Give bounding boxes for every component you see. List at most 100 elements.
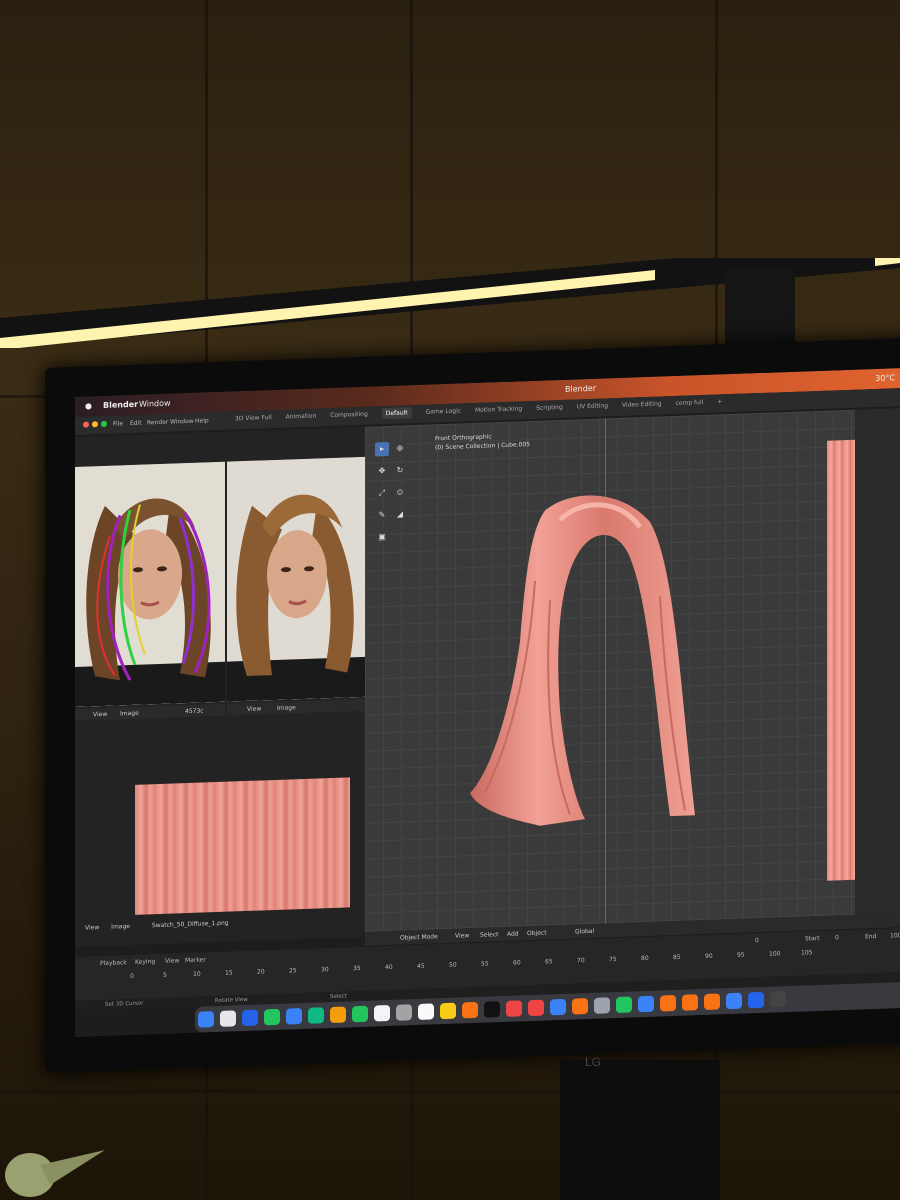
tab-game-logic[interactable]: Game Logic bbox=[426, 407, 461, 415]
frame-tick: 65 bbox=[545, 958, 553, 966]
apple-icon[interactable]: ● bbox=[85, 401, 92, 410]
window-controls[interactable] bbox=[83, 420, 110, 430]
blender-icon[interactable] bbox=[660, 994, 676, 1012]
annotate-tool-icon[interactable]: ✎ bbox=[375, 507, 389, 523]
image-file-name[interactable]: Swatch_50_Diffuse_1.png bbox=[152, 920, 229, 930]
cursor-tool-icon[interactable]: ⊕ bbox=[393, 441, 407, 456]
wall-seam bbox=[0, 1090, 900, 1093]
image-editor-footer: View Image 4573c bbox=[75, 703, 225, 721]
menu-view[interactable]: View bbox=[247, 705, 261, 712]
menu-render[interactable]: Render bbox=[147, 419, 168, 427]
menu-image[interactable]: Image bbox=[277, 704, 296, 712]
tab-default[interactable]: Default bbox=[381, 407, 412, 420]
start-frame[interactable]: 0 bbox=[835, 934, 839, 941]
roblox-icon[interactable] bbox=[748, 991, 764, 1009]
current-frame[interactable]: 0 bbox=[755, 937, 759, 944]
menu-playback[interactable]: Playback bbox=[100, 959, 127, 967]
hair-mesh[interactable] bbox=[460, 484, 720, 838]
menu-image[interactable]: Image bbox=[120, 710, 139, 718]
end-label: End bbox=[865, 932, 877, 941]
calendar-icon[interactable] bbox=[374, 1004, 390, 1022]
transform-orientation[interactable]: Global bbox=[575, 928, 594, 936]
reference-image-annotated[interactable] bbox=[75, 461, 225, 707]
tab-video-editing[interactable]: Video Editing bbox=[622, 400, 662, 408]
menu-edit[interactable]: Edit bbox=[130, 420, 142, 427]
mode-dropdown[interactable]: Object Mode bbox=[400, 933, 438, 941]
reminders-icon[interactable] bbox=[418, 1003, 434, 1020]
tab-scripting[interactable]: Scripting bbox=[536, 404, 563, 412]
outliner-panel[interactable] bbox=[855, 407, 900, 915]
tab-comp-full[interactable]: comp full bbox=[676, 399, 704, 407]
menu-file[interactable]: File bbox=[113, 420, 123, 427]
frame-tick: 90 bbox=[705, 952, 713, 960]
maps-icon[interactable] bbox=[308, 1007, 324, 1024]
select-tool-icon[interactable]: ▸ bbox=[375, 441, 389, 457]
menu-object[interactable]: Object bbox=[527, 929, 547, 937]
menu-view[interactable]: View bbox=[93, 711, 107, 718]
hair-texture-swatch[interactable] bbox=[135, 777, 350, 915]
texture-preview-strip bbox=[827, 439, 855, 881]
menu-add[interactable]: Add bbox=[507, 930, 519, 937]
end-frame[interactable]: 100 bbox=[890, 932, 900, 939]
menu-marker[interactable]: Marker bbox=[185, 956, 206, 964]
tab-3d-view-full[interactable]: 3D View Full bbox=[235, 414, 272, 422]
music-icon[interactable] bbox=[506, 1000, 522, 1017]
frame-tick: 70 bbox=[577, 957, 585, 965]
app-icon[interactable] bbox=[770, 991, 786, 1008]
scale-tool-icon[interactable]: ⤢ bbox=[375, 485, 389, 501]
add-cube-tool-icon[interactable]: ▣ bbox=[375, 529, 389, 545]
menu-view[interactable]: View bbox=[85, 924, 99, 931]
frame-tick: 15 bbox=[225, 969, 233, 977]
pages-icon[interactable] bbox=[572, 998, 588, 1015]
mail-icon[interactable] bbox=[286, 1008, 302, 1025]
freeform-icon[interactable] bbox=[462, 1001, 478, 1019]
weather-temperature[interactable]: 30°C bbox=[875, 373, 895, 383]
tab-compositing[interactable]: Compositing bbox=[330, 411, 368, 419]
menu-window[interactable]: Window bbox=[139, 399, 171, 409]
frame-tick: 55 bbox=[481, 960, 489, 968]
keynote-icon[interactable] bbox=[550, 998, 566, 1016]
image-editor-area: View Image 4573c View Image View Image S… bbox=[75, 426, 365, 947]
tab-animation[interactable]: Animation bbox=[286, 413, 317, 421]
frame-tick: 105 bbox=[801, 949, 813, 957]
numbers-icon[interactable] bbox=[616, 996, 632, 1014]
frame-tick: 95 bbox=[737, 951, 745, 959]
finder-icon[interactable] bbox=[198, 1011, 214, 1028]
image-editor-footer: View Image bbox=[227, 698, 365, 716]
messages-icon[interactable] bbox=[264, 1008, 280, 1026]
menu-view[interactable]: View bbox=[455, 932, 469, 939]
move-tool-icon[interactable]: ✥ bbox=[375, 463, 389, 479]
frame-tick: 60 bbox=[513, 959, 521, 967]
menu-view[interactable]: View bbox=[165, 957, 179, 964]
settings-icon[interactable] bbox=[594, 997, 610, 1014]
facetime-icon[interactable] bbox=[352, 1005, 368, 1023]
tv-icon[interactable] bbox=[484, 1001, 500, 1018]
notes-icon[interactable] bbox=[440, 1002, 456, 1020]
menu-help[interactable]: Help bbox=[195, 417, 209, 424]
app-store-icon[interactable] bbox=[638, 995, 654, 1013]
files-icon[interactable] bbox=[726, 992, 742, 1010]
blender-icon[interactable] bbox=[682, 994, 698, 1011]
status-hint: Set 3D Cursor bbox=[105, 1000, 144, 1008]
menu-image[interactable]: Image bbox=[111, 923, 130, 931]
measure-tool-icon[interactable]: ◢ bbox=[393, 507, 407, 522]
3d-viewport[interactable]: Front Orthographic (0) Scene Collection … bbox=[365, 409, 855, 932]
rotate-tool-icon[interactable]: ↻ bbox=[393, 463, 407, 478]
transform-tool-icon[interactable]: ⊙ bbox=[393, 485, 407, 500]
status-hint: Select bbox=[330, 993, 347, 1001]
reference-image[interactable] bbox=[227, 456, 365, 702]
add-tab-icon[interactable]: + bbox=[717, 398, 722, 405]
status-hint: Rotate View bbox=[215, 996, 248, 1005]
contacts-icon[interactable] bbox=[396, 1004, 412, 1021]
launchpad-icon[interactable] bbox=[220, 1010, 236, 1027]
menu-select[interactable]: Select bbox=[480, 931, 499, 939]
photos-icon[interactable] bbox=[330, 1006, 346, 1024]
blender-icon[interactable] bbox=[704, 993, 720, 1010]
frame-tick: 0 bbox=[130, 972, 134, 981]
app-menu-blender[interactable]: Blender bbox=[103, 400, 138, 410]
safari-icon[interactable] bbox=[242, 1009, 258, 1027]
news-icon[interactable] bbox=[528, 999, 544, 1017]
menu-keying[interactable]: Keying bbox=[135, 958, 155, 966]
tab-uv-editing[interactable]: UV Editing bbox=[577, 402, 608, 410]
menu-window-blender[interactable]: Window bbox=[170, 418, 194, 426]
